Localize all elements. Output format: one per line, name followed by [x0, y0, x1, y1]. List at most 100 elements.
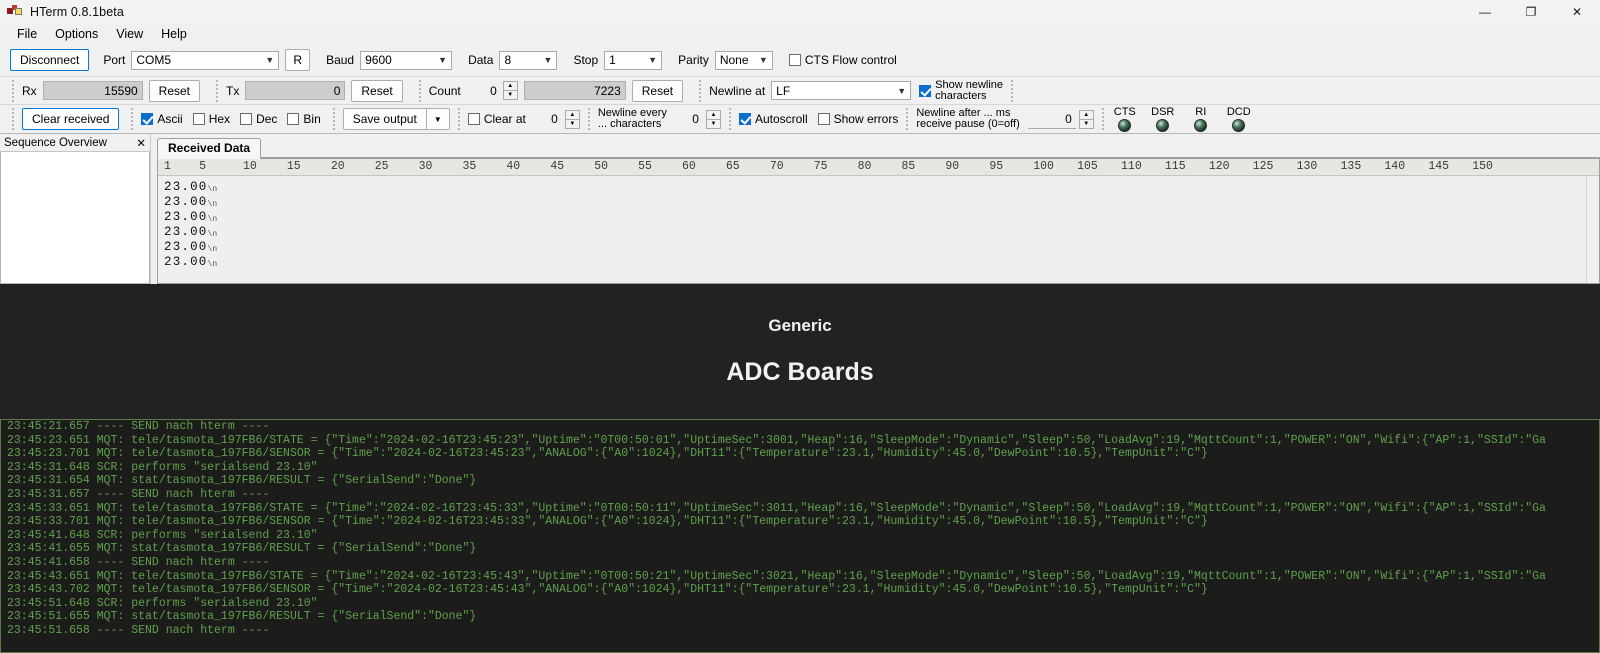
newline-after-stepper[interactable]: ▲ ▼ — [1078, 109, 1094, 129]
main-body: Sequence Overview ✕ Received Data 1 5 10 15… — [0, 134, 1600, 284]
console-log-line: 23:45:51.655 MQT: stat/tasmota_197FB6/RE… — [7, 610, 477, 624]
clear-at-checkbox[interactable]: Clear at — [467, 112, 526, 126]
count-stepper[interactable]: ▲ ▼ — [502, 81, 518, 100]
stepper-down-icon[interactable]: ▼ — [502, 90, 518, 100]
ruler-tick: 150 — [1472, 160, 1493, 173]
rx-count-field: 15590 — [42, 81, 143, 100]
clear-received-button[interactable]: Clear received — [22, 108, 120, 130]
chevron-down-icon[interactable]: ▼ — [425, 108, 450, 130]
newline-at-select[interactable]: LF ▼ — [771, 81, 912, 100]
checkbox-box — [141, 113, 154, 125]
stop-bits-select[interactable]: 1 ▼ — [604, 50, 663, 70]
cts-flow-control-checkbox[interactable]: CTS Flow control — [788, 53, 897, 67]
newline-after-input[interactable]: 0 — [1027, 110, 1076, 129]
tab-received-data[interactable]: Received Data — [157, 138, 262, 159]
save-output-split-button[interactable]: Save output ▼ — [342, 108, 450, 130]
sequence-overview-list[interactable] — [0, 152, 150, 284]
data-bits-label: Data — [468, 53, 494, 67]
received-data-scrollbar[interactable] — [1586, 176, 1599, 283]
title-bar: HTerm 0.8.1beta — ❐ ✕ — [0, 0, 1600, 24]
ascii-radio[interactable]: Ascii — [141, 112, 183, 126]
baud-select[interactable]: 9600 ▼ — [360, 50, 453, 70]
clear-at-label: Clear at — [483, 112, 526, 126]
close-icon[interactable]: ✕ — [1554, 0, 1600, 24]
led-ri-label: RI — [1195, 105, 1207, 118]
console-log-line: 23:45:43.702 MQT: tele/tasmota_197FB6/SE… — [7, 583, 1208, 597]
received-data-line: 23.00\n — [164, 195, 1586, 210]
ruler-tick: 5 — [199, 160, 207, 173]
checkbox-box — [287, 113, 300, 125]
data-bits-select[interactable]: 8 ▼ — [499, 50, 558, 70]
stepper-up-icon[interactable]: ▲ — [1078, 109, 1094, 119]
console-log-line: 23:45:41.658 ---- SEND nach hterm ---- — [7, 555, 270, 569]
show-errors-checkbox[interactable]: Show errors — [817, 112, 898, 126]
chevron-down-icon: ▼ — [438, 55, 448, 65]
stepper-up-icon[interactable]: ▲ — [564, 109, 580, 119]
menu-item-view[interactable]: View — [107, 25, 152, 43]
console-log-line: 23:45:31.657 ---- SEND nach hterm ---- — [7, 487, 270, 501]
ruler-tick: 60 — [682, 160, 696, 173]
tx-reset-button[interactable]: Reset — [351, 79, 403, 102]
newline-glyph-icon: \n — [207, 185, 218, 194]
column-ruler: 1 5 10 15 20 25 30 35 40 45 50 55 60 65 70 75 80 85 90 95 10… — [158, 159, 1599, 176]
menu-item-options[interactable]: Options — [46, 25, 107, 43]
cts-flow-control-label: CTS Flow control — [804, 53, 897, 67]
console-log-line: 23:45:33.651 MQT: tele/tasmota_197FB6/ST… — [7, 501, 1546, 515]
stepper-up-icon[interactable]: ▲ — [502, 81, 518, 90]
checkbox-box — [738, 113, 751, 125]
disconnect-button[interactable]: Disconnect — [10, 49, 90, 71]
stepper-up-icon[interactable]: ▲ — [705, 109, 721, 119]
rescan-ports-button[interactable]: R — [285, 49, 311, 71]
rx-reset-button[interactable]: Reset — [148, 79, 201, 102]
newline-after-pause-label: Newline after ... ms receive pause (0=of… — [916, 108, 1019, 130]
save-output-button[interactable]: Save output — [342, 108, 426, 130]
ruler-tick: 20 — [330, 160, 345, 173]
stepper-down-icon[interactable]: ▼ — [705, 118, 721, 129]
console-log[interactable]: 23:45:21.657 ---- SEND nach hterm ---- 23… — [0, 419, 1600, 653]
baud-label: Baud — [326, 53, 355, 67]
rx-label: Rx — [22, 83, 37, 98]
newline-every-label-line2: ... characters — [597, 118, 662, 130]
autoscroll-checkbox[interactable]: Autoscroll — [738, 112, 808, 126]
count-input[interactable]: 0 — [467, 81, 501, 100]
menu-item-help[interactable]: Help — [152, 25, 196, 43]
data-bits-value: 8 — [504, 53, 512, 67]
parity-select[interactable]: None ▼ — [714, 50, 773, 70]
received-data-lines[interactable]: 23.00\n 23.00\n 23.00\n 23.00\n 23.00\n 23.00… — [158, 176, 1586, 283]
menu-bar: File Options View Help — [0, 24, 1600, 44]
dec-radio[interactable]: Dec — [240, 112, 277, 126]
hex-radio[interactable]: Hex — [192, 112, 231, 126]
port-select[interactable]: COM5 ▼ — [131, 50, 280, 70]
ruler-tick: 100 — [1033, 160, 1054, 173]
ruler-tick: 105 — [1077, 160, 1098, 173]
hex-label: Hex — [208, 112, 231, 126]
console-log-line: 23:45:41.655 MQT: stat/tasmota_197FB6/RE… — [7, 542, 477, 556]
received-value: 23.00 — [164, 210, 208, 224]
stepper-down-icon[interactable]: ▼ — [1078, 118, 1094, 129]
sequence-overview-header: Sequence Overview ✕ — [0, 134, 150, 152]
ruler-tick: 10 — [243, 160, 257, 173]
sequence-overview-title: Sequence Overview — [4, 136, 107, 149]
stepper-down-icon[interactable]: ▼ — [564, 118, 580, 129]
bin-radio[interactable]: Bin — [287, 112, 321, 126]
newline-every-input[interactable]: 0 — [675, 110, 703, 129]
checkbox-box — [919, 84, 932, 97]
display-options-toolbar: Clear received Ascii Hex Dec Bin Save ou… — [0, 105, 1600, 134]
chevron-down-icon: ▼ — [758, 55, 768, 65]
led-indicator-icon — [1232, 118, 1246, 132]
count-reset-button[interactable]: Reset — [631, 79, 684, 102]
maximize-icon[interactable]: ❐ — [1508, 0, 1554, 24]
console-log-line: 23:45:31.654 MQT: stat/tasmota_197FB6/RE… — [7, 474, 477, 488]
app-icon — [7, 5, 23, 19]
console-log-line: 23:45:23.651 MQT: tele/tasmota_197FB6/ST… — [7, 433, 1546, 447]
ruler-tick: 115 — [1164, 160, 1186, 173]
clear-at-input[interactable]: 0 — [534, 110, 562, 129]
minimize-icon[interactable]: — — [1462, 0, 1508, 24]
newline-every-stepper[interactable]: ▲ ▼ — [705, 109, 721, 129]
show-newline-characters-checkbox[interactable]: Show newline characters — [919, 79, 1003, 102]
chevron-down-icon: ▼ — [897, 85, 907, 96]
menu-item-file[interactable]: File — [8, 25, 46, 43]
chevron-down-icon: ▼ — [543, 55, 553, 65]
clear-at-stepper[interactable]: ▲ ▼ — [564, 109, 580, 129]
close-icon[interactable]: ✕ — [136, 136, 146, 150]
